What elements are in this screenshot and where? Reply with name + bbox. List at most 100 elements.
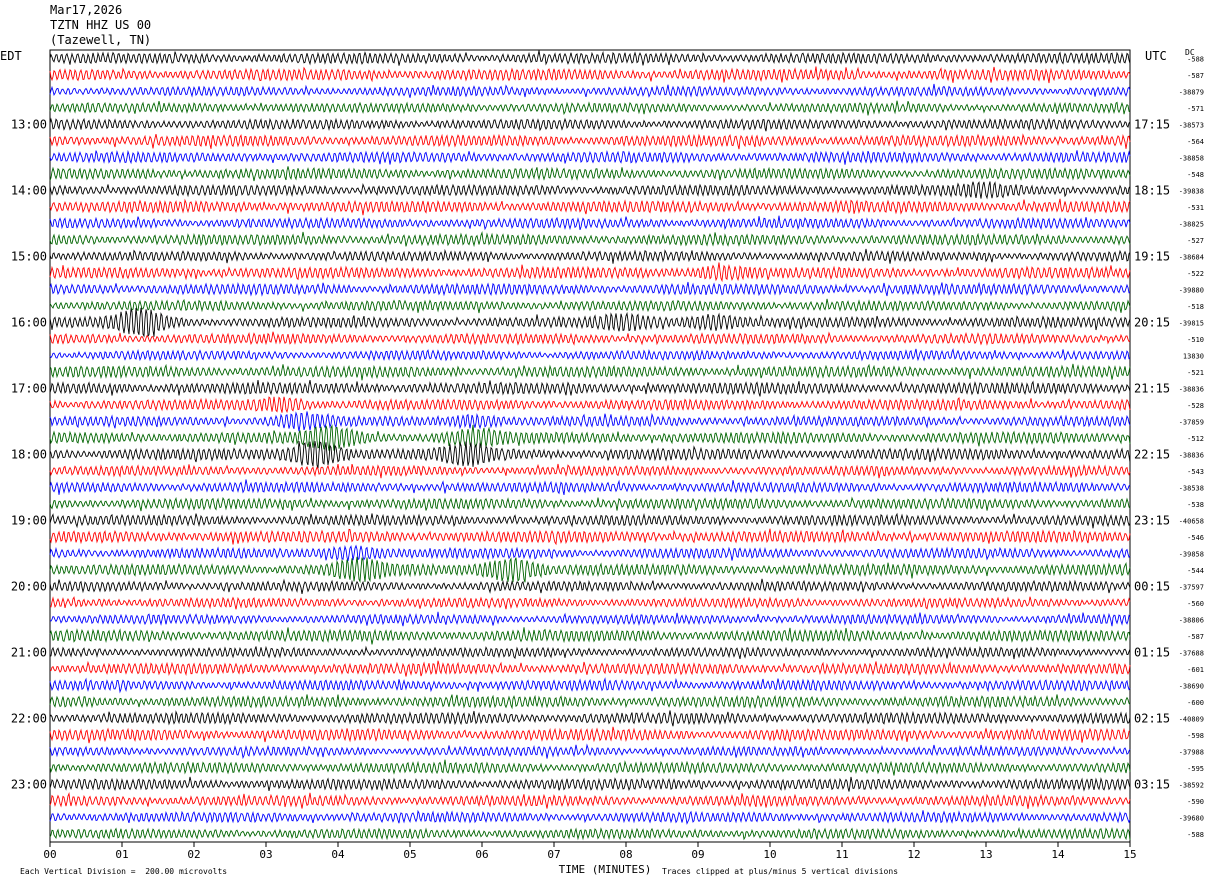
dc-offset-label: -39680 (1179, 814, 1204, 822)
dc-offset-label: -39815 (1179, 319, 1204, 327)
dc-offset-label: -38825 (1179, 220, 1204, 228)
trace-row-40 (49, 710, 1131, 727)
dc-offset-label: -37988 (1179, 748, 1204, 756)
dc-offset-label: -518 (1187, 303, 1204, 311)
trace-row-30 (49, 544, 1131, 562)
x-tick-label-07: 07 (547, 848, 560, 861)
clip-note: Traces clipped at plus/minus 5 vertical … (662, 867, 899, 876)
dc-offset-label: -588 (1187, 831, 1204, 839)
trace-row-19 (49, 363, 1131, 381)
dc-offset-label: -37597 (1179, 583, 1204, 591)
dc-offset-label: -39880 (1179, 286, 1204, 294)
scale-note: Each Vertical Division = 200.00 microvol… (20, 867, 228, 876)
left-time-label: 21:00 (11, 645, 47, 659)
x-tick-label-09: 09 (691, 848, 704, 861)
dc-offset-label: -600 (1187, 699, 1204, 707)
trace-row-9 (49, 198, 1131, 216)
left-time-label: 14:00 (11, 183, 47, 197)
dc-offset-label: -38684 (1179, 253, 1204, 261)
dc-offset-label: -522 (1187, 270, 1204, 278)
dc-offset-label: -544 (1187, 567, 1204, 575)
trace-row-18 (49, 348, 1131, 362)
right-time-label: 18:15 (1134, 183, 1170, 197)
dc-offset-label: -571 (1187, 105, 1204, 113)
right-time-label: 02:15 (1134, 711, 1170, 725)
x-tick-label-00: 00 (43, 848, 56, 861)
trace-row-20 (49, 380, 1131, 397)
right-time-label: 20:15 (1134, 315, 1170, 329)
dc-offset-label: -527 (1187, 237, 1204, 245)
x-tick-label-04: 04 (331, 848, 345, 861)
trace-row-14 (49, 281, 1131, 297)
trace-row-23 (49, 424, 1131, 451)
dc-offset-label: -598 (1187, 732, 1204, 740)
plot-frame (49, 49, 1131, 843)
x-tick-label-03: 03 (259, 848, 272, 861)
dc-offset-label: -40809 (1179, 715, 1204, 723)
dc-offset-label: -546 (1187, 534, 1204, 542)
trace-row-2 (49, 83, 1131, 98)
dc-offset-label: -510 (1187, 336, 1204, 344)
dc-offset-label: -543 (1187, 468, 1204, 476)
left-time-label: 15:00 (11, 249, 47, 263)
dc-offset-label: -38538 (1179, 484, 1204, 492)
x-axis-title: TIME (MINUTES) (559, 863, 652, 876)
right-time-label: 23:15 (1134, 513, 1170, 527)
trace-row-47 (49, 826, 1131, 841)
dc-offset-label: -590 (1187, 798, 1204, 806)
dc-offset-label: -538 (1187, 501, 1204, 509)
trace-row-5 (49, 133, 1131, 150)
trace-row-39 (49, 694, 1131, 710)
trace-row-33 (49, 596, 1131, 610)
dc-offset-label: 13830 (1183, 352, 1204, 360)
trace-row-6 (49, 149, 1131, 165)
x-tick-label-12: 12 (907, 848, 920, 861)
trace-row-37 (49, 660, 1131, 677)
right-time-label: 01:15 (1134, 645, 1170, 659)
trace-row-35 (49, 627, 1131, 645)
trace-row-13 (49, 262, 1131, 283)
trace-row-44 (49, 776, 1131, 792)
dc-offset-label: -38879 (1179, 88, 1204, 96)
left-time-label: 18:00 (11, 447, 47, 461)
trace-row-28 (49, 512, 1131, 529)
dc-offset-label: -601 (1187, 666, 1204, 674)
dc-offset-label: -38806 (1179, 616, 1204, 624)
x-tick-label-01: 01 (115, 848, 128, 861)
trace-row-27 (49, 496, 1131, 512)
dc-offset-label: -38836 (1179, 385, 1204, 393)
trace-row-38 (49, 677, 1131, 694)
dc-offset-label: -39838 (1179, 187, 1204, 195)
right-time-label: 03:15 (1134, 777, 1170, 791)
trace-row-25 (49, 463, 1131, 479)
x-tick-label-13: 13 (979, 848, 992, 861)
trace-row-10 (49, 215, 1131, 231)
dc-offset-label: -587 (1187, 633, 1204, 641)
trace-row-1 (49, 66, 1131, 84)
right-time-label: 17:15 (1134, 117, 1170, 131)
right-time-label: 19:15 (1134, 249, 1170, 263)
left-time-label: 23:00 (11, 777, 47, 791)
dc-offset-label: -595 (1187, 765, 1204, 773)
trace-row-41 (49, 726, 1131, 744)
trace-row-22 (49, 411, 1131, 432)
trace-row-45 (49, 792, 1131, 809)
trace-row-43 (49, 759, 1131, 776)
trace-row-11 (49, 231, 1131, 248)
dc-offset-label: -531 (1187, 204, 1204, 212)
right-time-label: 21:15 (1134, 381, 1170, 395)
dc-offset-label: -38690 (1179, 682, 1204, 690)
trace-row-24 (49, 441, 1131, 469)
dc-offset-label: -548 (1187, 171, 1204, 179)
trace-row-29 (49, 528, 1131, 546)
trace-row-34 (49, 611, 1131, 627)
x-tick-label-06: 06 (475, 848, 488, 861)
trace-row-46 (49, 809, 1131, 825)
dc-offset-label: -40658 (1179, 517, 1204, 525)
dc-offset-label: -38573 (1179, 121, 1204, 129)
right-time-label: 22:15 (1134, 447, 1170, 461)
dc-offset-label: -38836 (1179, 451, 1204, 459)
dc-offset-label: -37688 (1179, 649, 1204, 657)
left-time-label: 22:00 (11, 711, 47, 725)
dc-offset-label: -587 (1187, 72, 1204, 80)
